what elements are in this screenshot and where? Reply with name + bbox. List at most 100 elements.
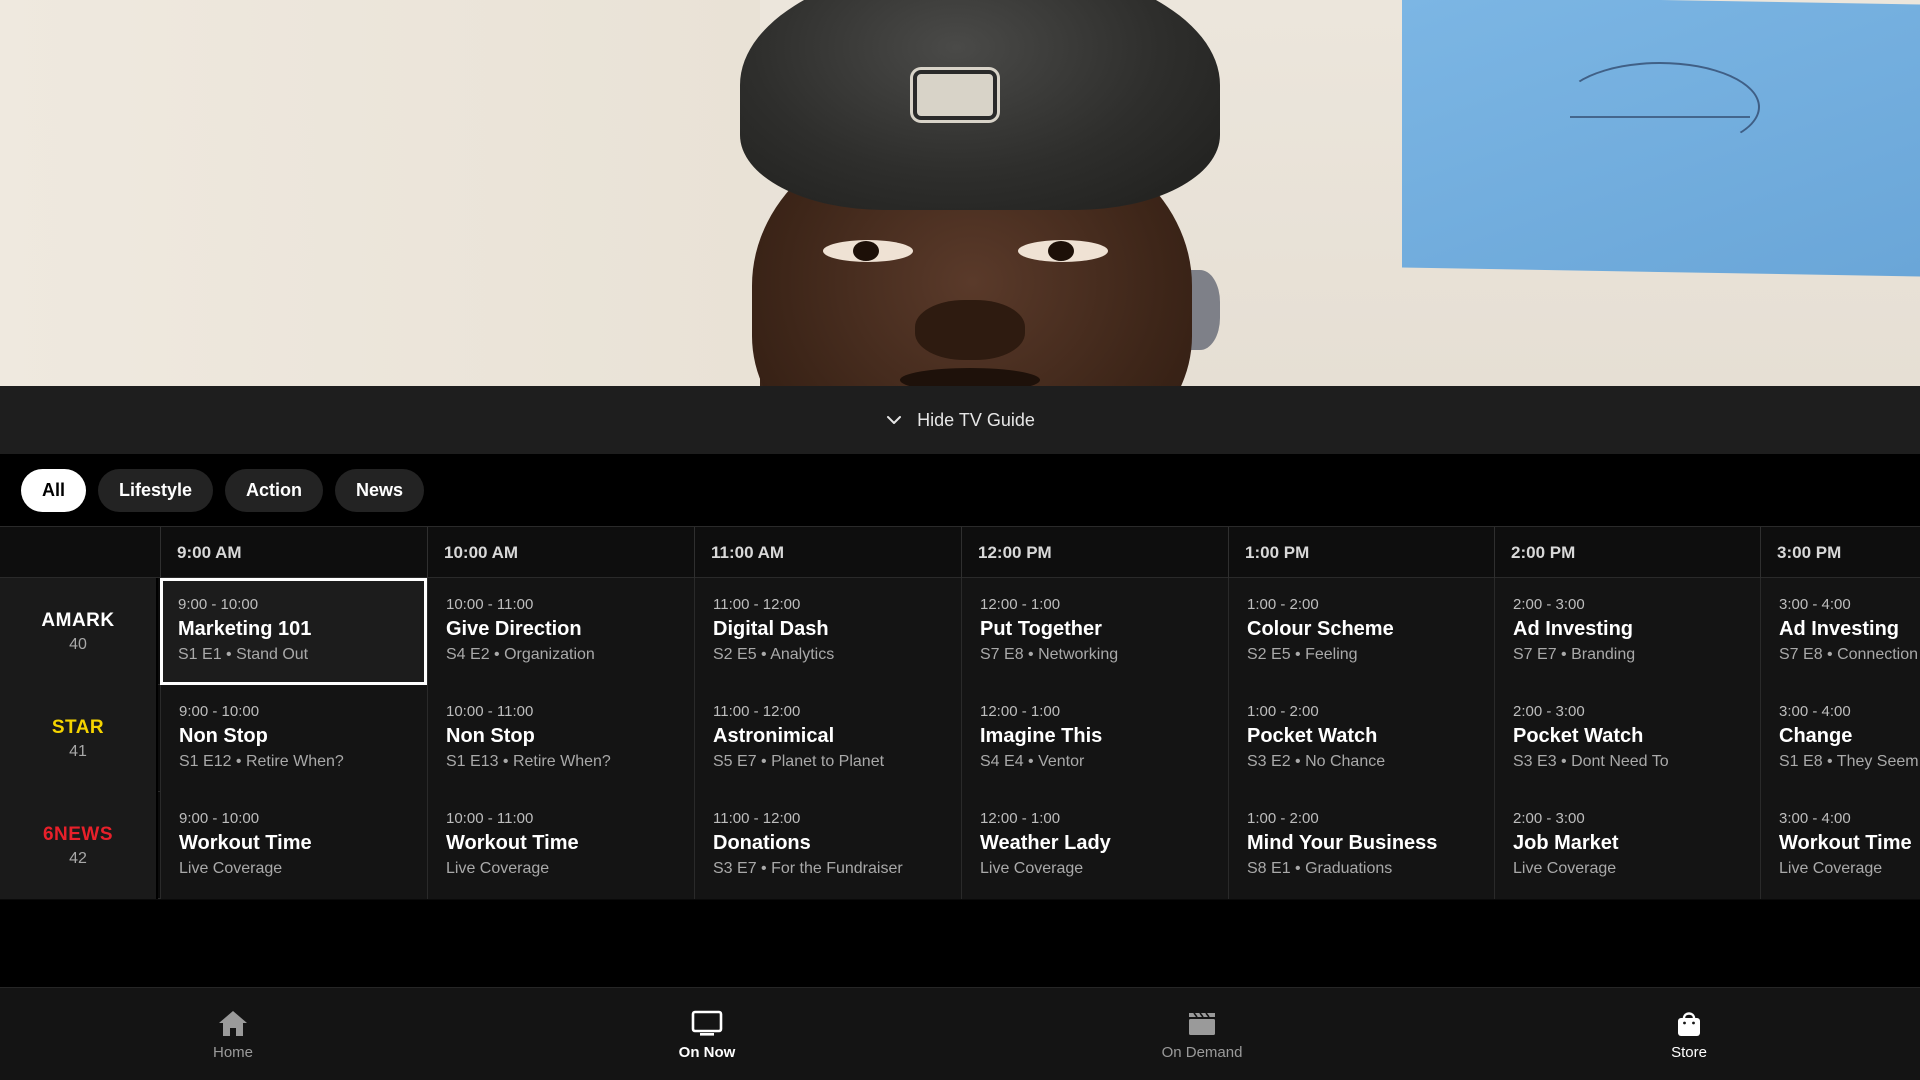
program-title: Job Market (1513, 832, 1619, 854)
nav-home[interactable]: Home (133, 988, 333, 1080)
program-title: Workout Time (179, 832, 312, 854)
program-episode: S3 E2 • No Chance (1247, 753, 1386, 770)
presenter-eye-right (1018, 240, 1108, 262)
hide-tv-guide-label: Hide TV Guide (917, 409, 1035, 430)
poster-drawing (1560, 62, 1760, 152)
program-tile[interactable]: 2:00 - 3:00 Pocket Watch S3 E3 • Dont Ne… (1494, 685, 1760, 792)
program-tile[interactable]: 12:00 - 1:00 Weather Lady Live Coverage (961, 792, 1228, 899)
filter-news[interactable]: News (335, 468, 425, 512)
program-episode: S1 E12 • Retire When? (179, 753, 344, 770)
nav-store[interactable]: Store (1589, 988, 1789, 1080)
bottom-navigation: Home On Now On Demand Store (0, 987, 1920, 1080)
program-title: Imagine This (980, 725, 1103, 747)
program-episode: Live Coverage (980, 860, 1084, 877)
program-title: Colour Scheme (1247, 618, 1394, 640)
channel-amark[interactable]: AMARK 40 (0, 578, 158, 685)
program-time: 9:00 - 10:00 (179, 810, 260, 827)
program-episode: S5 E7 • Planet to Planet (713, 753, 885, 770)
program-title: Digital Dash (713, 618, 829, 640)
program-title: Workout Time (1779, 832, 1912, 854)
nav-on-now[interactable]: On Now (607, 988, 807, 1080)
program-time: 10:00 - 11:00 (446, 596, 534, 613)
program-tile[interactable]: 9:00 - 10:00 Marketing 101 S1 E1 • Stand… (160, 578, 427, 685)
category-filters: All Lifestyle Action News (0, 454, 1920, 526)
channel-6news[interactable]: 6NEWS 42 (0, 792, 158, 899)
program-tile[interactable]: 1:00 - 2:00 Pocket Watch S3 E2 • No Chan… (1228, 685, 1494, 792)
nav-on-demand-label: On Demand (1161, 1044, 1243, 1061)
program-tile[interactable]: 10:00 - 11:00 Give Direction S4 E2 • Org… (427, 578, 694, 685)
program-tile[interactable]: 3:00 - 4:00 Workout Time Live Coverage (1760, 792, 1920, 899)
program-episode: Live Coverage (179, 860, 283, 877)
program-episode: Live Coverage (446, 860, 550, 877)
program-tile[interactable]: 2:00 - 3:00 Job Market Live Coverage (1494, 792, 1760, 899)
program-title: Weather Lady (980, 832, 1111, 854)
channel-row: 6NEWS 42 9:00 - 10:00 Workout Time Live … (0, 792, 1920, 899)
program-tile[interactable]: 2:00 - 3:00 Ad Investing S7 E7 • Brandin… (1494, 578, 1760, 685)
channel-number: 42 (69, 849, 87, 867)
filter-lifestyle[interactable]: Lifestyle (98, 468, 214, 512)
program-episode: S4 E4 • Ventor (980, 753, 1085, 770)
program-episode: Live Coverage (1779, 860, 1883, 877)
channel-number: 41 (69, 742, 87, 760)
program-tile[interactable]: 1:00 - 2:00 Colour Scheme S2 E5 • Feelin… (1228, 578, 1494, 685)
time-slot-header: 9:00 AM (160, 527, 427, 578)
program-episode: Live Coverage (1513, 860, 1617, 877)
program-tile[interactable]: 1:00 - 2:00 Mind Your Business S8 E1 • G… (1228, 792, 1494, 899)
time-slot-header: 3:00 PM (1760, 527, 1920, 578)
program-episode: S7 E8 • Networking (980, 646, 1119, 663)
chevron-down-icon (887, 416, 902, 424)
hide-tv-guide-button[interactable]: Hide TV Guide (0, 386, 1920, 454)
presenter-eye-left (823, 240, 913, 262)
program-episode: S4 E2 • Organization (446, 646, 595, 663)
program-tile[interactable]: 11:00 - 12:00 Digital Dash S2 E5 • Analy… (694, 578, 961, 685)
program-tile[interactable]: 3:00 - 4:00 Change S1 E8 • They Seem (1760, 685, 1920, 792)
filter-all[interactable]: All (21, 468, 87, 512)
program-tile[interactable]: 10:00 - 11:00 Non Stop S1 E13 • Retire W… (427, 685, 694, 792)
program-tile[interactable]: 9:00 - 10:00 Non Stop S1 E12 • Retire Wh… (160, 685, 427, 792)
program-tile[interactable]: 12:00 - 1:00 Put Together S7 E8 • Networ… (961, 578, 1228, 685)
program-tile[interactable]: 3:00 - 4:00 Ad Investing S7 E8 • Connect… (1760, 578, 1920, 685)
program-title: Pocket Watch (1513, 725, 1644, 747)
program-tile[interactable]: 11:00 - 12:00 Donations S3 E7 • For the … (694, 792, 961, 899)
program-title: Workout Time (446, 832, 579, 854)
program-title: Donations (713, 832, 811, 854)
time-slot-header: 10:00 AM (427, 527, 694, 578)
program-time: 12:00 - 1:00 (980, 596, 1061, 613)
program-title: Astronimical (713, 725, 835, 747)
video-player[interactable] (0, 0, 1920, 386)
program-time: 3:00 - 4:00 (1779, 703, 1851, 720)
program-time: 11:00 - 12:00 (713, 810, 801, 827)
program-episode: S3 E7 • For the Fundraiser (713, 860, 903, 877)
channel-name: AMARK (41, 609, 115, 631)
shopping-bag-icon (1678, 1012, 1700, 1036)
program-episode: S2 E5 • Analytics (713, 646, 835, 663)
presenter-nose (915, 300, 1025, 360)
time-header-row: 9:00 AM 10:00 AM 11:00 AM 12:00 PM 1:00 … (0, 526, 1920, 578)
program-title: Marketing 101 (178, 618, 312, 640)
program-tile[interactable]: 11:00 - 12:00 Astronimical S5 E7 • Plane… (694, 685, 961, 792)
program-tile[interactable]: 9:00 - 10:00 Workout Time Live Coverage (160, 792, 427, 899)
poster-drawing-line (1570, 116, 1750, 118)
program-time: 9:00 - 10:00 (178, 596, 259, 613)
program-time: 10:00 - 11:00 (446, 703, 534, 720)
cap-logo (913, 70, 997, 120)
nav-on-demand[interactable]: On Demand (1102, 988, 1302, 1080)
program-time: 12:00 - 1:00 (980, 810, 1061, 827)
program-title: Change (1779, 725, 1853, 747)
program-time: 1:00 - 2:00 (1247, 596, 1319, 613)
tv-icon (691, 1010, 723, 1036)
time-slot-header: 11:00 AM (694, 527, 961, 578)
clapperboard-icon (1189, 1012, 1215, 1035)
program-tile[interactable]: 12:00 - 1:00 Imagine This S4 E4 • Ventor (961, 685, 1228, 792)
program-tile[interactable]: 10:00 - 11:00 Workout Time Live Coverage (427, 792, 694, 899)
filter-action[interactable]: Action (225, 468, 324, 512)
channel-star[interactable]: STAR 41 (0, 685, 158, 792)
channel-row: AMARK 40 9:00 - 10:00 Marketing 101 S1 E… (0, 578, 1920, 685)
program-title: Ad Investing (1513, 618, 1634, 640)
program-time: 11:00 - 12:00 (713, 703, 801, 720)
program-time: 1:00 - 2:00 (1247, 810, 1319, 827)
program-title: Put Together (980, 618, 1102, 640)
program-time: 12:00 - 1:00 (980, 703, 1061, 720)
presenter-mouth (900, 368, 1040, 386)
program-time: 3:00 - 4:00 (1779, 596, 1851, 613)
